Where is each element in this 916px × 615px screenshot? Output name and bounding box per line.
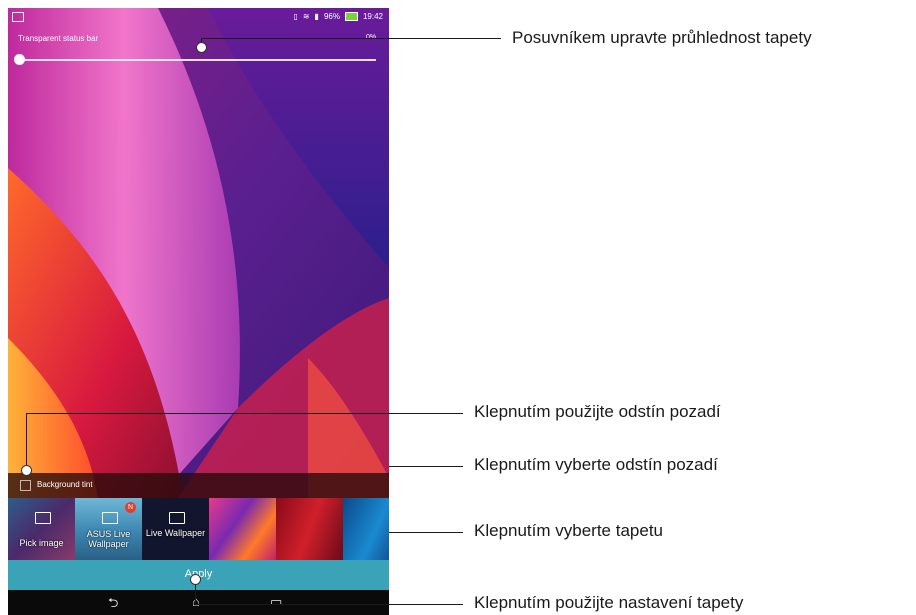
wallpaper-thumb-live[interactable]: Live Wallpaper [142, 498, 209, 560]
callout-marker [21, 465, 32, 476]
status-bar: ▯ ≋ ▮ 96% 19:42 [8, 8, 389, 28]
callout-line [26, 413, 27, 469]
callout-marker [196, 42, 207, 53]
callout-line [389, 466, 463, 467]
callout-apply-settings-text: Klepnutím použijte nastavení tapety [474, 593, 744, 612]
background-tint-label: Background tint [37, 480, 93, 489]
callout-line [201, 38, 501, 39]
wifi-icon: ≋ [302, 12, 310, 21]
wallpaper-thumb-5[interactable] [276, 498, 343, 560]
wallpaper-thumb-6[interactable] [343, 498, 389, 560]
wallpaper-thumb-asus-live[interactable]: N ASUS Live Wallpaper [75, 498, 142, 560]
image-icon [34, 512, 51, 524]
recents-icon[interactable]: ▭ [270, 594, 282, 610]
wallpaper-thumb-pick-image[interactable]: Pick image [8, 498, 75, 560]
callout-marker [190, 574, 201, 585]
back-icon[interactable]: ⮌ [108, 594, 118, 615]
wallpaper-preview [8, 8, 389, 498]
transparency-slider-thumb[interactable] [14, 54, 25, 65]
callout-select-tint-text: Klepnutím vyberte odstín pozadí [474, 455, 718, 474]
image-icon [168, 512, 185, 524]
phone-screen: ▯ ≋ ▮ 96% 19:42 Transparent status bar 0… [8, 8, 389, 615]
wallpaper-picker: Pick image N ASUS Live Wallpaper Live Wa… [8, 498, 389, 560]
transparent-status-bar-label: Transparent status bar [18, 34, 99, 43]
battery-saver-icon: ▮ [314, 12, 319, 21]
callout-line [26, 413, 463, 414]
new-badge: N [125, 502, 136, 513]
callout-apply-tint-text: Klepnutím použijte odstín pozadí [474, 402, 721, 421]
gallery-notification-icon [12, 12, 24, 22]
callout-line [389, 532, 463, 533]
wallpaper-thumb-label: Live Wallpaper [145, 528, 206, 538]
battery-icon [344, 12, 358, 21]
callout-slider-text: Posuvníkem upravte průhlednost tapety [512, 28, 812, 47]
image-icon [101, 512, 118, 524]
transparency-slider[interactable] [20, 59, 376, 61]
background-tint-row[interactable]: Background tint [8, 473, 389, 498]
background-tint-checkbox[interactable] [20, 480, 31, 491]
wallpaper-thumb-4[interactable] [209, 498, 276, 560]
callout-line [195, 604, 463, 605]
wallpaper-thumb-label: Pick image [19, 538, 64, 548]
wallpaper-thumb-label: ASUS Live Wallpaper [86, 529, 131, 549]
navigation-bar: ⮌ ⌂ ▭ [8, 590, 389, 615]
battery-percent: 96% [323, 12, 340, 21]
status-time: 19:42 [362, 12, 383, 21]
callout-wallpaper-text: Klepnutím vyberte tapetu [474, 521, 664, 540]
vibrate-icon: ▯ [293, 12, 298, 21]
